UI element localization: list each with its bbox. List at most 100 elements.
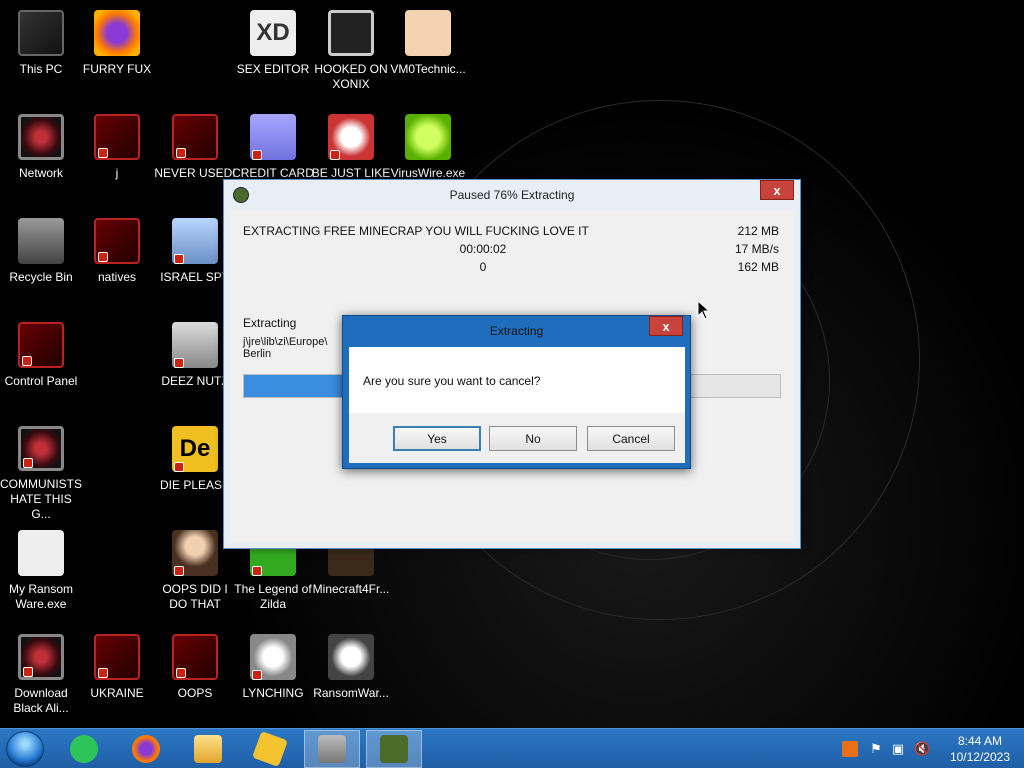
desktop-icon-label: HOOKED ON XONIX [314,62,388,91]
desktop-icon-furry-fux[interactable]: FURRY FUX [76,6,158,106]
file-explorer-icon [194,735,222,763]
mouse-cursor-icon [697,300,711,320]
desktop-icon-label: VM0Technic... [390,62,466,76]
desktop-icon-label: COMMUNISTS HATE THIS G... [0,477,82,521]
rope-icon [250,634,296,680]
red-shortcut-icon [94,634,140,680]
taskbar-firefox[interactable] [118,730,174,768]
network-computer-icon [172,218,218,264]
ransomware-icon [18,530,64,576]
desktop-icon-label: My Ransom Ware.exe [8,582,73,611]
taskbar-notes[interactable] [56,730,112,768]
desktop-icon-ukraine[interactable]: UKRAINE [76,630,158,728]
firefox-icon [94,10,140,56]
desktop-icon-label: The Legend of Zilda [234,582,312,611]
minecraft-icon [380,735,408,763]
desktop-icon-ransomware[interactable]: RansomWar... [310,630,392,728]
cancel-button[interactable]: Cancel [587,426,675,451]
clock-time: 8:44 AM [957,734,1002,748]
notes-icon [70,735,98,763]
desktop-icon-label: Control Panel [4,374,78,388]
castle-icon [318,735,346,763]
desktop-icon-label: RansomWar... [313,686,389,700]
alien-icon [18,634,64,680]
taskbar-minecraft[interactable] [366,730,422,768]
desktop-icon-label: UKRAINE [90,686,144,700]
elapsed-time: 00:00:02 [459,242,507,256]
red-shortcut-icon [94,218,140,264]
archive-name: EXTRACTING FREE MINECRAP YOU WILL FUCKIN… [243,224,589,238]
extract-window-titlebar[interactable]: Paused 76% Extracting x [224,180,800,210]
confirm-button-row: Yes No Cancel [349,413,685,463]
desktop-icon-label: OOPS DID I DO THAT [162,582,228,611]
desktop-icon-communists[interactable]: COMMUNISTS HATE THIS G... [0,422,82,522]
cancel-confirm-dialog[interactable]: Extracting x Are you sure you want to ca… [342,315,691,469]
desktop-icon-recycle-bin[interactable]: Recycle Bin [0,214,82,314]
desktop-icon-label: FURRY FUX [82,62,152,76]
desktop-icon-label: This PC [19,62,63,76]
no-button[interactable]: No [489,426,577,451]
santa-icon [328,114,374,160]
desktop-icon-this-pc[interactable]: This PC [0,6,82,106]
desktop-icon-lynching[interactable]: LYNCHING [232,630,314,728]
desktop-icon-download-black-alien[interactable]: Download Black Ali... [0,630,82,728]
desktop-icon-label: Minecraft4Fr... [312,582,390,596]
desktop-icon-label: LYNCHING [242,686,304,700]
desktop-icon-label: Recycle Bin [9,270,73,284]
close-icon: x [662,318,670,334]
desktop-icon-my-ransomware[interactable]: My Ransom Ware.exe [0,526,82,626]
network-icon[interactable]: ▣ [890,741,906,757]
desktop-icon-label: j [115,166,119,180]
close-button[interactable]: x [760,180,794,200]
minecraft-icon [233,187,249,203]
start-button[interactable] [6,731,44,767]
confirm-message-area: Are you sure you want to cancel? [349,347,685,413]
desktop-icon-sex-editor[interactable]: XD SEX EDITOR [232,6,314,106]
current-file-path: j\jre\lib\zi\Europe\ Berlin [243,336,328,360]
system-tray: ⚑ ▣ 🔇 8:44 AM 10/12/2023 [834,729,1024,768]
desktop-icon-j[interactable]: j [76,110,158,210]
skull-icon [328,634,374,680]
close-button[interactable]: x [649,316,683,336]
desktop-icon-label: Network [18,166,63,180]
alien-icon [18,426,64,471]
desktop-icon-label: SEX EDITOR [236,62,310,76]
recycle-bin-icon [18,218,64,264]
app-tray-icon[interactable] [842,741,858,757]
speed: 17 MB/s [734,242,779,256]
red-shortcut-icon [172,114,218,160]
red-shortcut-icon [94,114,140,160]
taskbar-castle[interactable] [304,730,360,768]
total-size: 212 MB [737,224,779,238]
red-shortcut-icon [18,322,64,368]
doctor-icon [405,10,451,56]
desktop-icon-network[interactable]: Network [0,110,82,210]
yes-button[interactable]: Yes [393,426,481,451]
confirm-message: Are you sure you want to cancel? [363,374,541,388]
alien-icon [18,114,64,160]
credit-card-icon [250,114,296,160]
taskbar-file-explorer[interactable] [180,730,236,768]
clock[interactable]: 8:44 AM 10/12/2023 [950,733,1010,765]
desktop-icon-oops[interactable]: OOPS [154,630,236,728]
confirm-dialog-titlebar[interactable]: Extracting x [343,316,690,346]
desktop-icon-natives[interactable]: natives [76,214,158,314]
flag-icon[interactable]: ⚑ [868,741,884,757]
desktop-icon-label: natives [97,270,137,284]
desktop-icon-label: Download Black Ali... [13,686,69,715]
hxd-icon: XD [250,10,296,56]
desktop-icon-vm0technic[interactable]: VM0Technic... [387,6,469,106]
red-shortcut-icon [172,634,218,680]
confirm-dialog-title: Extracting [489,324,544,338]
status-label: Extracting [243,316,297,330]
volume-muted-icon[interactable]: 🔇 [914,741,930,757]
desktop-icon-control-panel[interactable]: Control Panel [0,318,82,418]
desktop-icon-hooked-on-xonix[interactable]: HOOKED ON XONIX [310,6,392,106]
processed-size: 162 MB [737,260,779,274]
windows-stack-icon [172,322,218,368]
clock-date: 10/12/2023 [949,750,1010,764]
extract-window-title: Paused 76% Extracting [449,188,575,202]
lime-icon [405,114,451,160]
de-icon: De [172,426,218,472]
taskbar-sticky[interactable] [242,730,298,768]
